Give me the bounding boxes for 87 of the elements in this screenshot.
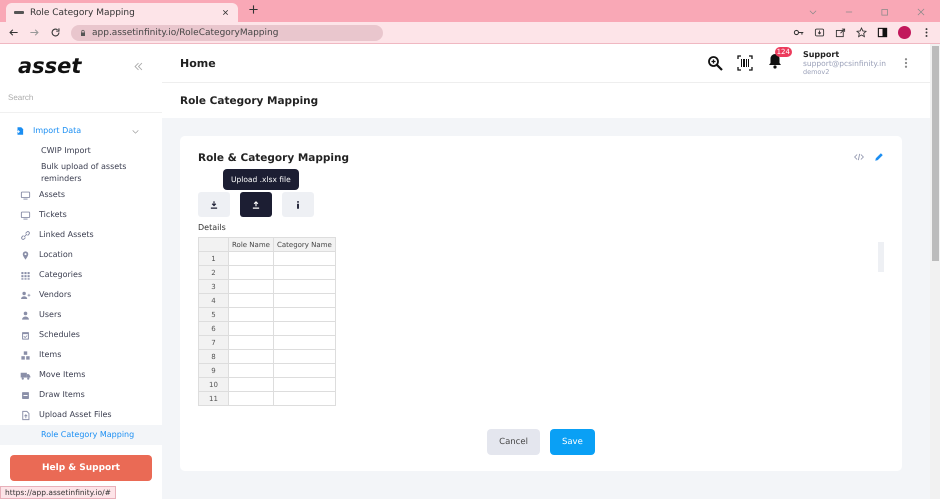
user-name: Support: [802, 50, 840, 59]
browser-tab[interactable]: Role Category Mapping: [6, 3, 238, 22]
install-icon: [814, 27, 825, 38]
sidebar-item[interactable]: Users: [0, 305, 162, 325]
collapse-icon: [133, 60, 144, 72]
back-icon: [8, 27, 19, 38]
sidebar-item[interactable]: Items: [0, 345, 162, 365]
corner-cell: [198, 238, 228, 252]
table-cell[interactable]: [228, 322, 274, 336]
lock-icon: [79, 28, 87, 36]
monitor-icon: [20, 210, 31, 220]
table-cell[interactable]: [228, 308, 274, 322]
table-cell[interactable]: [228, 266, 274, 280]
sidebar-item[interactable]: Schedules: [0, 325, 162, 345]
sidebar-item[interactable]: Move Items: [0, 365, 162, 385]
table-cell[interactable]: [273, 378, 336, 392]
bell-icon: [766, 53, 783, 69]
sidebar-item[interactable]: Bulk upload of assets reminders: [0, 161, 162, 185]
new-tab-icon: [248, 4, 259, 15]
table-cell[interactable]: [273, 336, 336, 350]
pencil-icon: [874, 152, 884, 162]
key-icon: [793, 27, 804, 38]
table-cell[interactable]: [273, 252, 336, 266]
barcode-scan-icon: [736, 55, 753, 71]
logo: asset: [18, 54, 82, 78]
sidebar-item[interactable]: Tickets: [0, 205, 162, 225]
table-cell[interactable]: [273, 280, 336, 294]
monitor-icon: [20, 190, 31, 200]
download-button[interactable]: [198, 192, 230, 217]
grid-icon: [20, 270, 31, 280]
star-icon: [856, 27, 867, 38]
table-cell[interactable]: [228, 350, 274, 364]
file-upload-icon: [20, 410, 31, 420]
table-cell[interactable]: [228, 252, 274, 266]
search-field[interactable]: Search: [0, 90, 162, 104]
link-icon: [20, 230, 31, 240]
code-icon: [854, 152, 864, 162]
close-icon: [221, 8, 230, 17]
table-cell[interactable]: [228, 378, 274, 392]
header-title: Home: [180, 56, 217, 70]
sidebar-item[interactable]: CWIP Import: [0, 141, 162, 161]
download-icon: [209, 200, 219, 210]
boxes-icon: [20, 350, 31, 360]
card-title: Role & Category Mapping: [198, 152, 349, 164]
address-bar[interactable]: app.assetinfinity.io/RoleCategoryMapping: [71, 24, 383, 40]
sidebar-item[interactable]: Location: [0, 245, 162, 265]
sidebar-item[interactable]: Linked Assets: [0, 225, 162, 245]
forward-icon: [29, 27, 40, 38]
user-icon: [20, 310, 31, 320]
info-button[interactable]: [282, 192, 314, 217]
table-cell[interactable]: [228, 364, 274, 378]
location-pin-icon: [20, 250, 31, 260]
table-cell[interactable]: [273, 392, 336, 406]
table-cell[interactable]: [273, 294, 336, 308]
scrollbar[interactable]: [932, 46, 938, 261]
table-cell[interactable]: [273, 364, 336, 378]
sidebar-item[interactable]: Upload Asset Files: [0, 405, 162, 425]
sidebar-item[interactable]: Draw Items: [0, 385, 162, 405]
upload-icon: [251, 200, 261, 210]
details-label: Details: [198, 223, 227, 232]
zoom-search-icon: [706, 55, 723, 71]
tab-title: Role Category Mapping: [30, 8, 136, 18]
sidebar-item[interactable]: Vendors: [0, 285, 162, 305]
table-cell[interactable]: [228, 294, 274, 308]
import-icon: [15, 126, 25, 136]
restore-icon: [880, 7, 890, 17]
upload-button[interactable]: [240, 192, 272, 217]
table-cell[interactable]: [228, 336, 274, 350]
user-add-icon: [20, 290, 31, 300]
table-cell[interactable]: [273, 350, 336, 364]
sidebar-item[interactable]: Assets: [0, 185, 162, 205]
avatar[interactable]: [898, 26, 911, 39]
reload-icon: [50, 27, 61, 38]
close-icon: [916, 7, 926, 17]
table-cell[interactable]: [273, 308, 336, 322]
page-title: Role Category Mapping: [162, 83, 930, 118]
favicon-icon: [14, 11, 24, 14]
sidebar-item[interactable]: Categories: [0, 265, 162, 285]
cancel-button[interactable]: Cancel: [487, 429, 540, 455]
table-cell[interactable]: [273, 266, 336, 280]
calendar-icon: [20, 330, 31, 340]
sidebar-icon: [877, 27, 888, 38]
table-cell[interactable]: [228, 280, 274, 294]
share-icon: [835, 27, 846, 38]
minus-square-icon: [20, 390, 31, 400]
table-cell[interactable]: [228, 392, 274, 406]
table-cell[interactable]: [273, 322, 336, 336]
